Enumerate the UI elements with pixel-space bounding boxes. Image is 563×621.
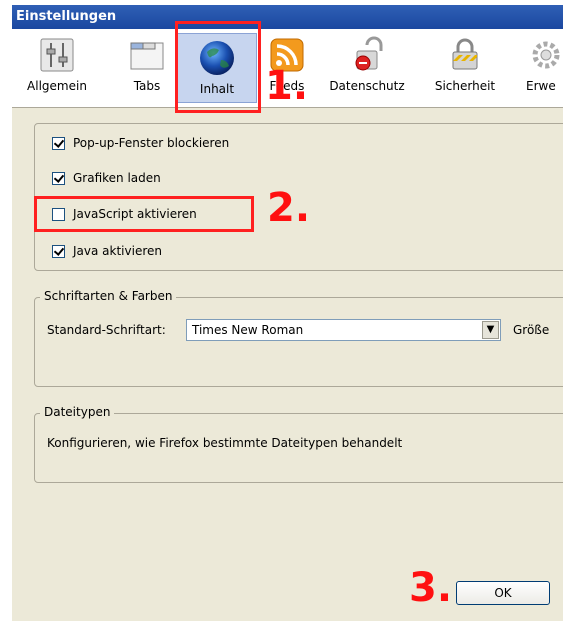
load-images-checkbox[interactable]	[52, 171, 65, 185]
general-switch-icon	[37, 35, 77, 75]
filetypes-description: Konfigurieren, wie Firefox bestimmte Dat…	[47, 436, 403, 450]
preferences-window: Einstellungen Allgemein Tabs Inhalt Feed…	[12, 5, 563, 621]
font-size-label: Größe	[513, 323, 550, 337]
ok-button[interactable]: OK	[456, 581, 550, 605]
load-images-label: Grafiken laden	[73, 171, 161, 185]
standard-font-select[interactable]: Times New Roman ▼	[186, 319, 501, 341]
popup-block-option[interactable]: Pop-up-Fenster blockieren	[52, 134, 229, 152]
load-images-option[interactable]: Grafiken laden	[52, 169, 161, 187]
title-bar: Einstellungen	[12, 5, 563, 29]
java-checkbox[interactable]	[52, 244, 65, 258]
tab-tabs-label: Tabs	[133, 79, 161, 93]
popup-block-label: Pop-up-Fenster blockieren	[73, 136, 230, 150]
tab-datenschutz[interactable]: Datenschutz	[322, 35, 412, 101]
padlock-icon	[445, 35, 485, 75]
gear-icon	[522, 35, 562, 75]
annotation-step-2: 2.	[267, 185, 311, 231]
filetypes-legend: Dateitypen	[40, 405, 115, 419]
tabs-window-icon	[127, 35, 167, 75]
window-title: Einstellungen	[16, 9, 117, 24]
tab-tabs[interactable]: Tabs	[122, 35, 172, 101]
annotation-box-1	[175, 21, 261, 113]
standard-font-value: Times New Roman	[192, 323, 304, 337]
tab-sicherheit[interactable]: Sicherheit	[430, 35, 500, 101]
tab-allgemein-label: Allgemein	[27, 79, 87, 93]
tab-datenschutz-label: Datenschutz	[329, 79, 405, 93]
popup-block-checkbox[interactable]	[52, 136, 65, 150]
java-option[interactable]: Java aktivieren	[52, 242, 162, 260]
annotation-box-2	[34, 196, 254, 232]
annotation-step-3: 3.	[409, 565, 453, 611]
annotation-step-1: 1.	[265, 63, 309, 109]
standard-font-label: Standard-Schriftart:	[47, 323, 166, 337]
tab-sicherheit-label: Sicherheit	[434, 79, 496, 93]
chevron-down-icon[interactable]: ▼	[482, 321, 499, 339]
tab-erweitert-label: Erwe	[526, 79, 556, 93]
tab-allgemein[interactable]: Allgemein	[22, 35, 92, 101]
tab-erweitert[interactable]: Erwe	[512, 35, 563, 101]
privacy-lock-icon	[347, 35, 387, 75]
fonts-colors-legend: Schriftarten & Farben	[40, 289, 177, 303]
fonts-colors-group	[34, 297, 563, 387]
java-label: Java aktivieren	[73, 244, 162, 258]
